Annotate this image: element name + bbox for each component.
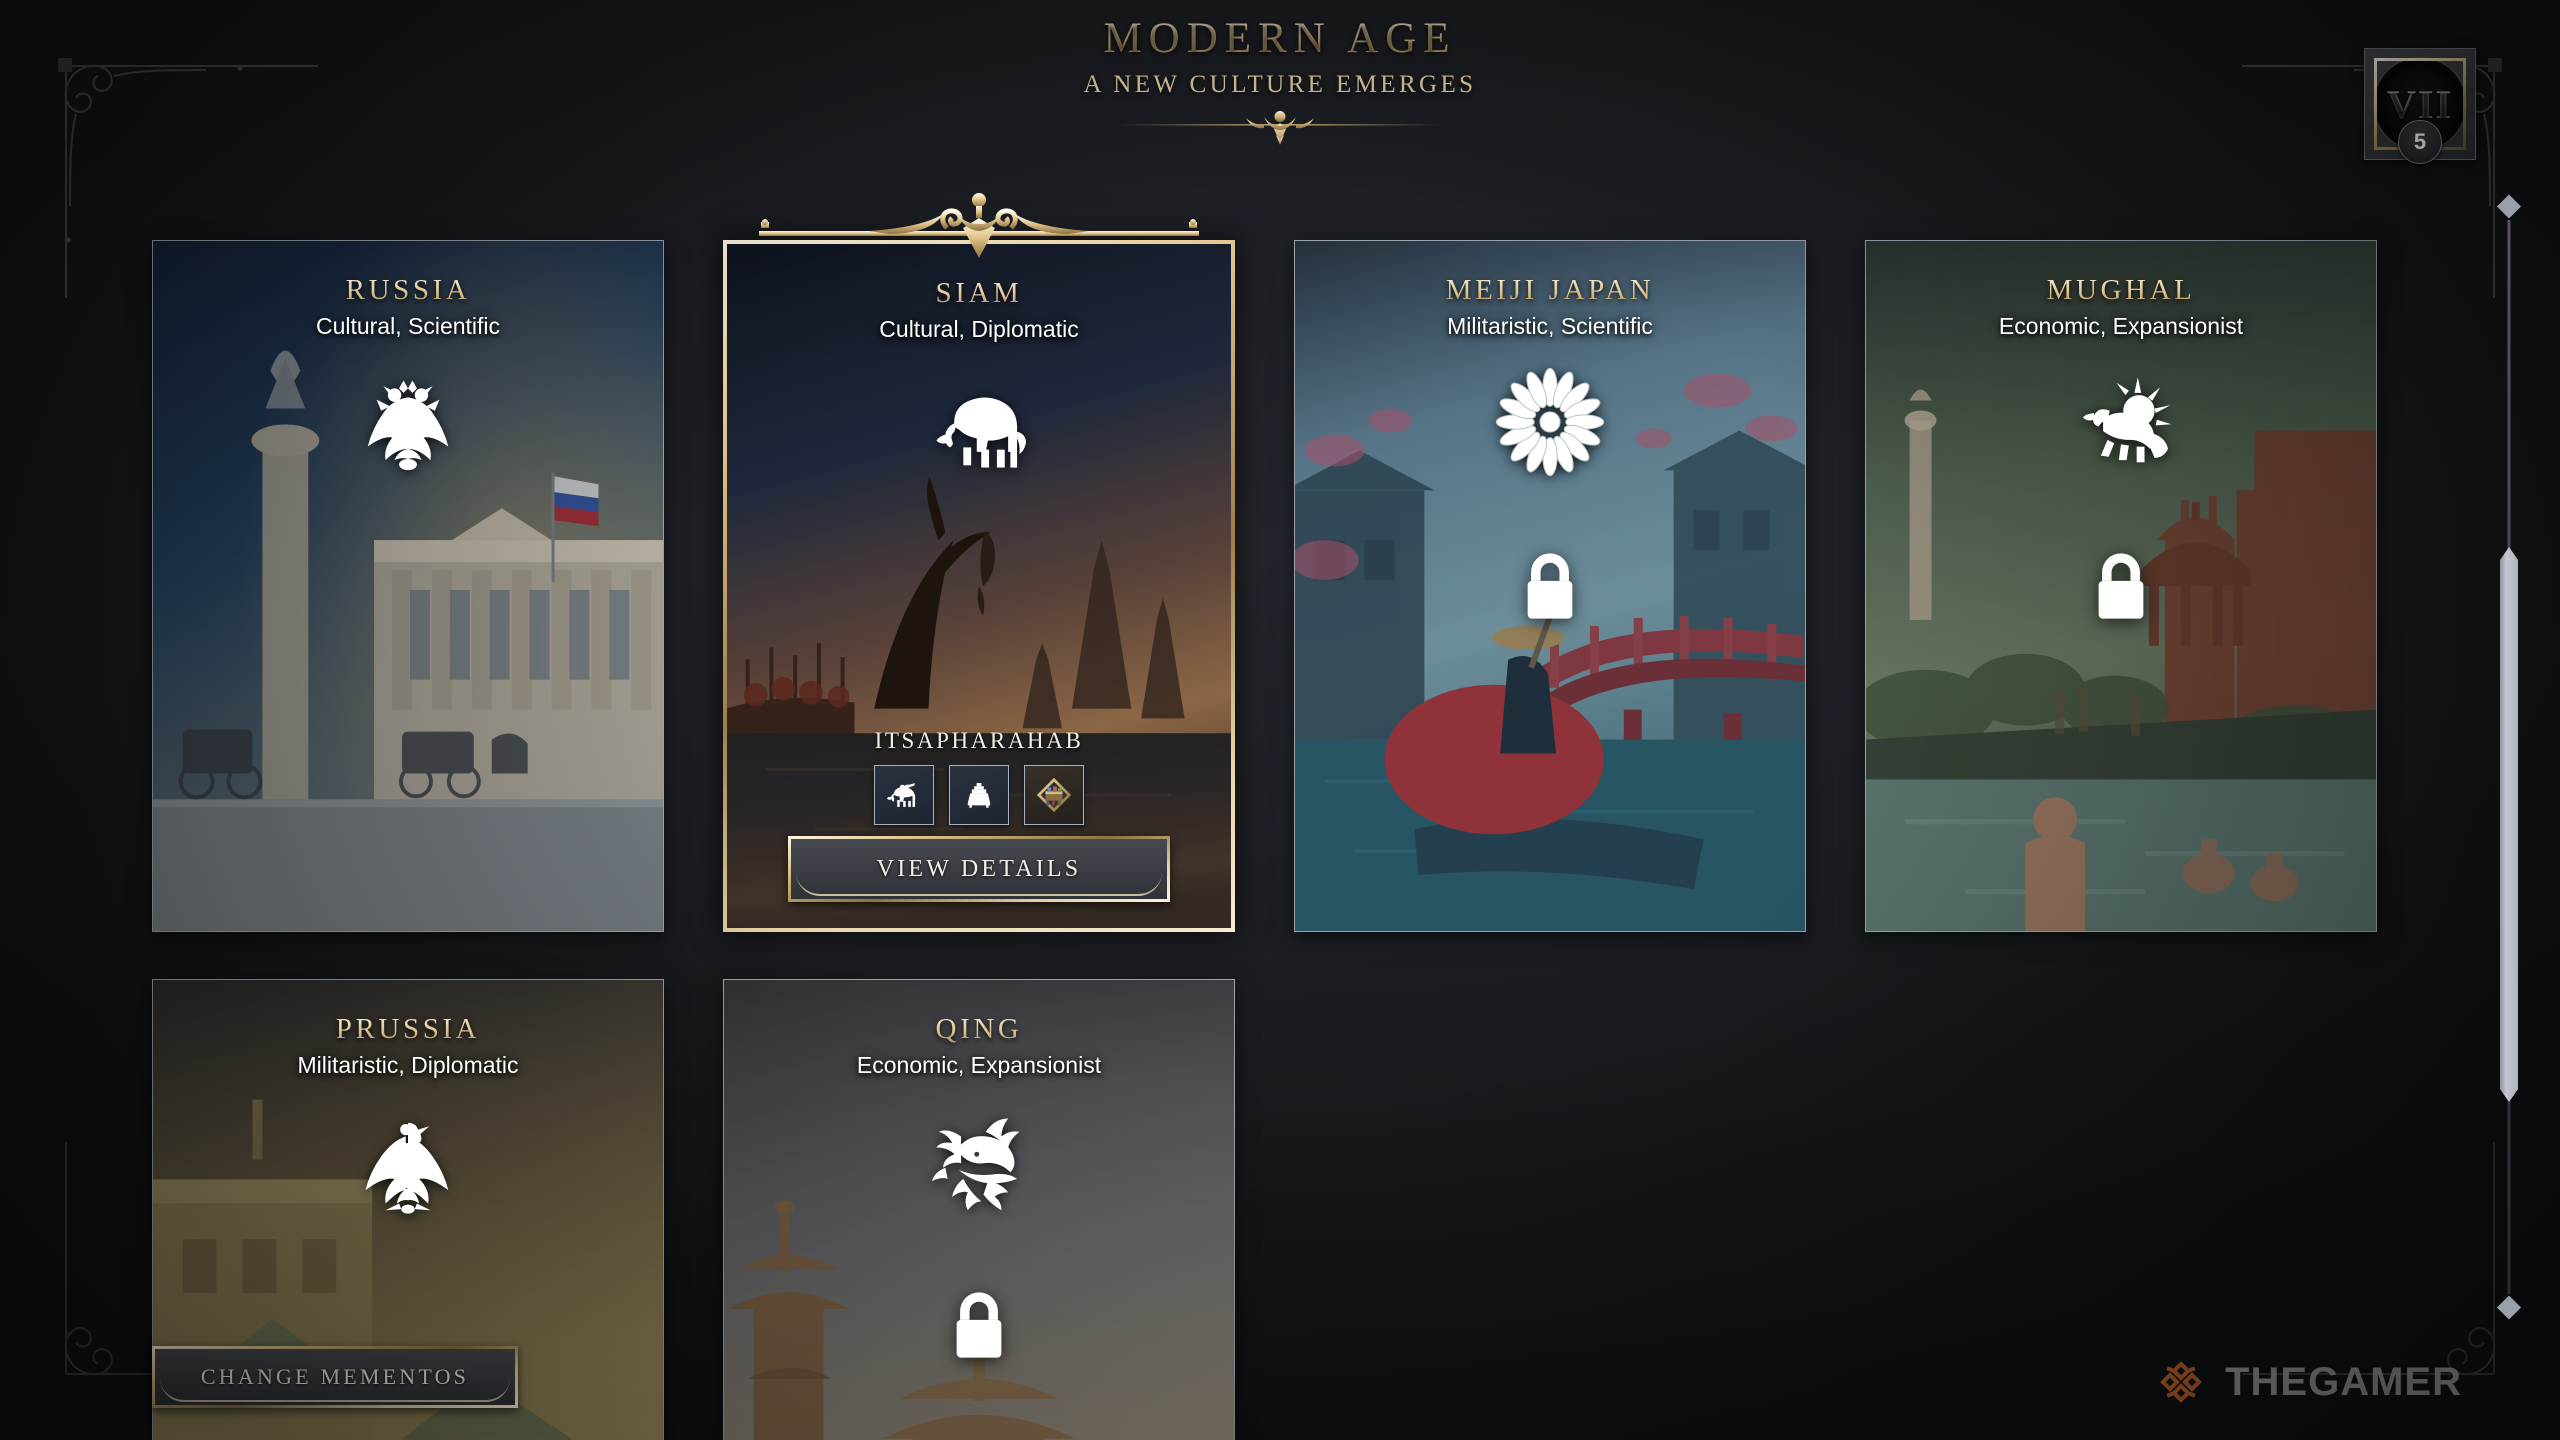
civ-name-mughal: MUGHAL [2046, 274, 2196, 306]
civ-traits-prussia: Militaristic, Diplomatic [297, 1052, 519, 1078]
elephant-icon [936, 397, 1027, 468]
lock-icon [1527, 553, 1573, 619]
card-art-russia [153, 241, 663, 931]
card-head-meiji-japan: MEIJI JAPAN Militaristic, Scientific [1295, 241, 1805, 340]
lock-icon [2098, 553, 2144, 619]
civ-card-russia[interactable]: RUSSIA Cultural, Scientific [152, 240, 664, 932]
civ-card-siam-inner: SIAM Cultural, Diplomatic ITSAPHARAHAB V… [723, 240, 1235, 932]
civ-traits-russia: Cultural, Scientific [315, 313, 501, 339]
age-badge[interactable]: VII 5 [2364, 48, 2476, 164]
civ-name-qing: QING [935, 1013, 1023, 1045]
civ-name-siam: SIAM [935, 277, 1023, 309]
card-head-siam: SIAM Cultural, Diplomatic [727, 244, 1231, 343]
card-head-russia: RUSSIA Cultural, Scientific [153, 241, 663, 340]
card-row-1: RUSSIA Cultural, Scientific SIAM Cultura… [152, 193, 2392, 932]
lion-sun-icon [2082, 377, 2172, 463]
vertical-scrollbar[interactable] [2496, 192, 2522, 1322]
civ-card-meiji-japan[interactable]: MEIJI JAPAN Militaristic, Scientific [1294, 240, 1806, 932]
culture-selection-screen: MODERN AGE A NEW CULTURE EMERGES VII 5 R… [0, 0, 2560, 1440]
page-subtitle: A NEW CULTURE EMERGES [1083, 71, 1477, 98]
page-title: MODERN AGE [1103, 15, 1457, 62]
civ-card-siam[interactable]: SIAM Cultural, Diplomatic ITSAPHARAHAB V… [723, 193, 1235, 932]
chrysanthemum-icon [1495, 367, 1605, 477]
civ-traits-siam: Cultural, Diplomatic [879, 316, 1079, 342]
civ-name-meiji-japan: MEIJI JAPAN [1445, 274, 1655, 306]
card-art-siam [727, 244, 1231, 928]
prussian-eagle-icon [365, 1122, 449, 1214]
scrollbar-up-arrow-icon[interactable] [2496, 194, 2522, 219]
civilization-card-grid: RUSSIA Cultural, Scientific SIAM Cultura… [152, 193, 2392, 1440]
card-head-prussia: PRUSSIA Militaristic, Diplomatic [153, 980, 663, 1079]
change-mementos-button[interactable]: CHANGE MEMENTOS [152, 1346, 518, 1408]
stupa-memento-icon[interactable] [949, 765, 1009, 825]
civ-name-prussia: PRUSSIA [335, 1013, 481, 1045]
thegamer-watermark: THEGAMER [2153, 1354, 2462, 1410]
page-header: MODERN AGE A NEW CULTURE EMERGES [0, 14, 2560, 152]
header-flourish-divider [1120, 111, 1440, 145]
dragon-icon [931, 1118, 1020, 1211]
civ-traits-meiji-japan: Militaristic, Scientific [1447, 313, 1653, 339]
civ-card-qing[interactable]: QING Economic, Expansionist [723, 979, 1235, 1440]
civ-card-mughal[interactable]: MUGHAL Economic, Expansionist [1865, 240, 2377, 932]
scrollbar-down-arrow-icon[interactable] [2496, 1295, 2522, 1320]
war-elephant-memento-icon[interactable] [874, 765, 934, 825]
thegamer-logo-icon [2160, 1361, 2202, 1403]
civ-name-russia: RUSSIA [345, 274, 471, 306]
thegamer-watermark-text: THEGAMER [2225, 1359, 2462, 1404]
double-headed-eagle-icon [367, 380, 449, 471]
civ-traits-mughal: Economic, Expansionist [1998, 313, 2244, 339]
scrollbar-thumb[interactable] [2500, 547, 2518, 1102]
card-head-mughal: MUGHAL Economic, Expansionist [1866, 241, 2376, 340]
age-count-badge: 5 [2398, 120, 2442, 164]
memento-row [727, 765, 1231, 825]
view-details-button[interactable]: VIEW DETAILS [788, 836, 1170, 902]
lock-icon [956, 1292, 1002, 1358]
leader-name: ITSAPHARAHAB [874, 728, 1084, 753]
card-head-qing: QING Economic, Expansionist [724, 980, 1234, 1079]
market-diamond-memento-icon[interactable] [1024, 765, 1084, 825]
age-orb: VII 5 [2374, 58, 2466, 164]
civ-traits-qing: Economic, Expansionist [856, 1052, 1102, 1078]
